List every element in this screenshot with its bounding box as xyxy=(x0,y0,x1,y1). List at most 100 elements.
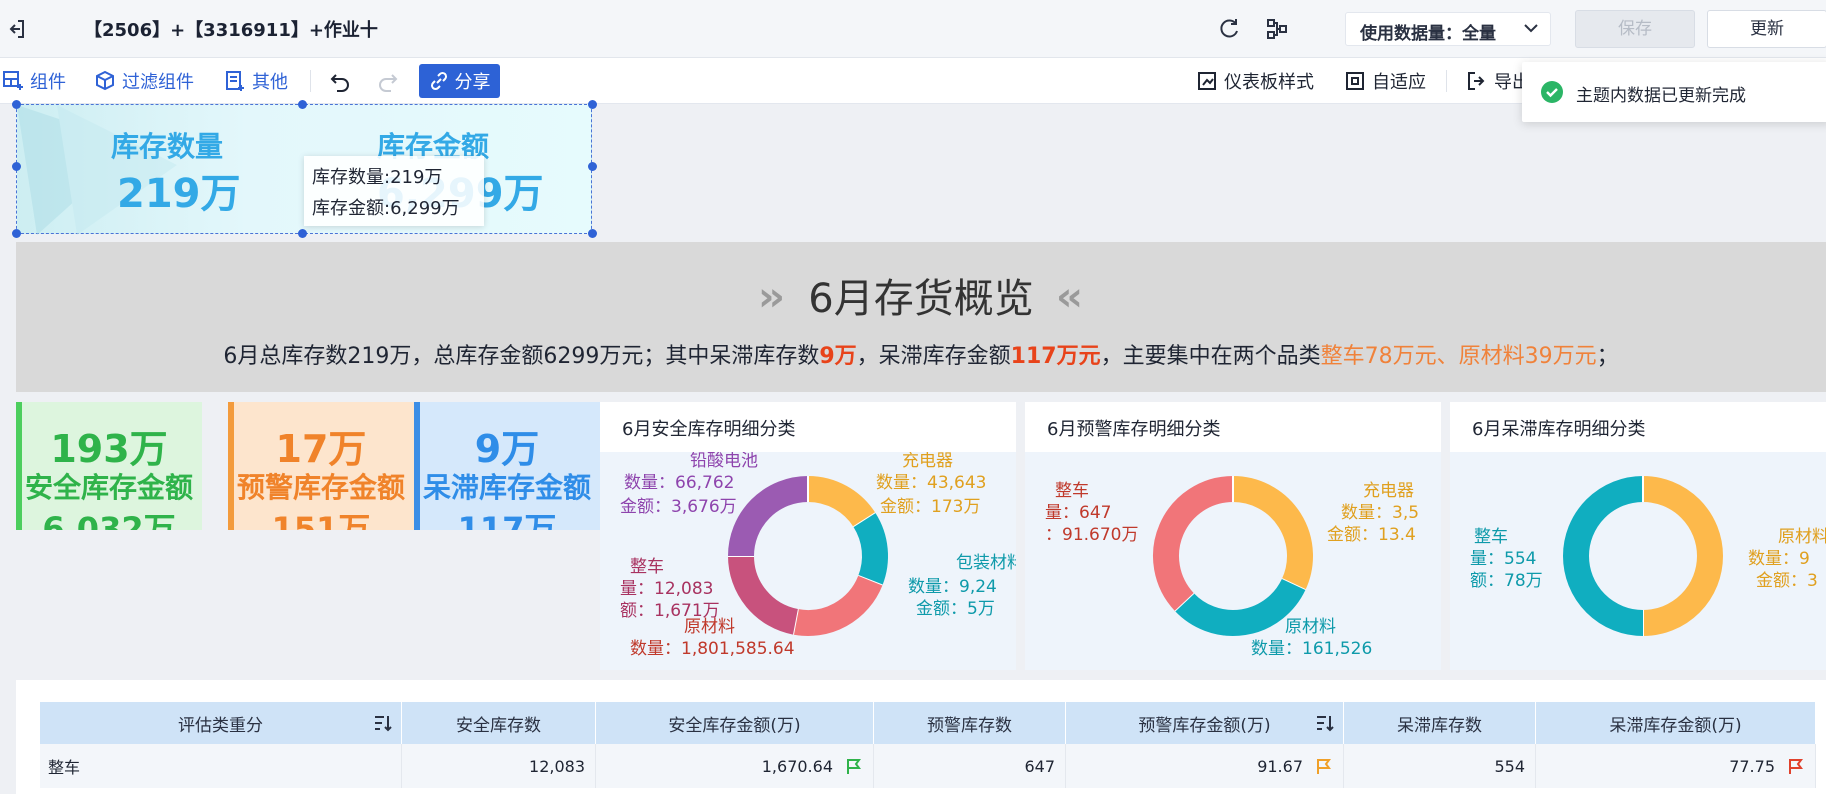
filter-component-button[interactable]: 过滤组件 xyxy=(94,58,194,104)
donut-slice-整车[interactable] xyxy=(728,555,799,635)
share-label: 分享 xyxy=(454,72,491,93)
overview-summary: 6月总库存数219万，总库存金额6299万元；其中呆滞库存数9万，呆滞库存金额1… xyxy=(16,338,1826,370)
donut-slice-充电器[interactable] xyxy=(1232,476,1313,591)
donut-slice-铅酸电池[interactable] xyxy=(728,476,809,557)
overview-title: 6月存货概览 xyxy=(808,276,1034,322)
category-highlight: 整车78万元、原材料39万元 xyxy=(1320,344,1597,369)
warning-stock-chart-panel[interactable]: 6月预警库存明细分类 整车 量：647 ：91.670万 充电器 数量：3,5 … xyxy=(1025,402,1441,670)
donut-slice-整车[interactable] xyxy=(1153,476,1234,611)
donut-slice-包装材料[interactable] xyxy=(853,513,888,586)
flow-icon[interactable] xyxy=(1264,16,1290,42)
tooltip-qty: 库存数量:219万 xyxy=(312,167,443,188)
label-amount: ：91.670万 xyxy=(1045,525,1139,545)
undo-icon[interactable] xyxy=(328,70,352,94)
column-header[interactable]: 安全库存数 xyxy=(402,702,596,744)
label-amount: 金额：3 xyxy=(1756,571,1818,591)
data-usage-select[interactable]: 使用数据量：全量 xyxy=(1345,12,1551,46)
other-button[interactable]: 其他 xyxy=(224,58,288,104)
label-amount: 额：78万 xyxy=(1470,571,1543,591)
header-text: 预警库存数 xyxy=(927,715,1012,736)
header-text: 呆滞库存数 xyxy=(1397,715,1482,736)
share-button[interactable]: 分享 xyxy=(419,64,500,98)
summary-part3: ，主要集中在两个品类 xyxy=(1100,344,1321,369)
resize-handle[interactable] xyxy=(298,229,307,238)
stale-stock-chart-panel[interactable]: 6月呆滞库存明细分类 整车 量：554 额：78万 原材料 数量：9 金额：3 xyxy=(1450,402,1826,670)
cell-value: 1,670.64 xyxy=(761,756,833,776)
save-button[interactable]: 保存 xyxy=(1575,10,1695,48)
toolbar-divider xyxy=(310,70,311,92)
stale-stock-value: 9万 xyxy=(474,427,540,471)
header-text: 评估类重分 xyxy=(178,715,263,736)
label-amount: 金额：173万 xyxy=(880,497,981,517)
safe-stock-card[interactable]: 193万 安全库存金额 6,032万 xyxy=(16,402,202,530)
update-button[interactable]: 更新 xyxy=(1707,10,1826,48)
summary-part2: ，呆滞库存金额 xyxy=(856,344,1011,369)
export-icon xyxy=(1468,72,1485,90)
warning-stock-value: 17万 xyxy=(275,427,367,471)
data-usage-label: 使用数据量：全量 xyxy=(1360,24,1496,44)
refresh-icon[interactable] xyxy=(1216,16,1242,42)
resize-handle[interactable] xyxy=(12,162,21,171)
warning-stock-amount: 151万 xyxy=(271,510,371,530)
component-button[interactable]: 组件 xyxy=(2,58,66,104)
overview-section: ›› 6月存货概览 ‹‹ 6月总库存数219万，总库存金额6299万元；其中呆滞… xyxy=(16,242,1826,392)
label-qty: 数量：43,643 xyxy=(876,473,987,493)
donut-slice-原材料[interactable] xyxy=(793,575,883,636)
redo-icon[interactable] xyxy=(376,70,400,94)
left-chevrons-icon: ‹‹ xyxy=(1056,274,1083,320)
table-cell: 91.67 xyxy=(1066,744,1344,788)
safe-stock-label: 安全库存金额 xyxy=(24,471,193,504)
table-cell: 1,670.64 xyxy=(596,744,874,788)
column-header[interactable]: 安全库存金额(万) xyxy=(596,702,874,744)
kpi-tooltip: 库存数量:219万 库存金额:6,299万 xyxy=(304,156,484,226)
inventory-qty-value: 219万 xyxy=(117,171,241,217)
dashboard-style-button[interactable]: 仪表板样式 xyxy=(1196,58,1314,104)
green-flag-icon xyxy=(847,759,861,774)
column-header[interactable]: 呆滞库存数 xyxy=(1344,702,1536,744)
sort-icon[interactable] xyxy=(1315,713,1335,733)
safe-stock-chart-panel[interactable]: 6月安全库存明细分类 铅酸电池 数量：66,762 金额：3,676万 充电器 … xyxy=(600,402,1016,670)
resize-handle[interactable] xyxy=(588,229,597,238)
resize-handle[interactable] xyxy=(588,100,597,109)
orange-flag-icon xyxy=(1317,759,1331,774)
stale-stock-amount: 117万 xyxy=(457,510,557,530)
warning-chart-title: 6月预警库存明细分类 xyxy=(1047,419,1221,440)
sort-icon[interactable] xyxy=(373,713,393,733)
resize-handle[interactable] xyxy=(12,229,21,238)
column-header[interactable]: 评估类重分 xyxy=(40,702,402,744)
resize-handle[interactable] xyxy=(588,162,597,171)
filter-component-label: 过滤组件 xyxy=(122,72,194,93)
column-header[interactable]: 呆滞库存金额(万) xyxy=(1536,702,1816,744)
label-qty: 数量：66,762 xyxy=(624,473,735,493)
export-button[interactable]: 导出 xyxy=(1466,58,1530,104)
warning-chart-body: 整车 量：647 ：91.670万 充电器 数量：3,5 金额：13.4 原材料… xyxy=(1025,452,1441,670)
link-icon xyxy=(430,71,447,91)
warning-stock-card[interactable]: 17万 预警库存金额 151万 xyxy=(228,402,414,530)
label-name: 包装材料 xyxy=(956,553,1016,573)
stale-stock-card[interactable]: 9万 呆滞库存金额 117万 xyxy=(414,402,600,530)
header-text: 安全库存数 xyxy=(456,715,541,736)
stale-donut-chart[interactable] xyxy=(1560,473,1726,639)
inventory-qty-label: 库存数量 xyxy=(111,130,224,163)
donut-slice-原材料[interactable] xyxy=(1174,578,1306,636)
chevron-down-icon xyxy=(1524,24,1538,33)
resize-handle[interactable] xyxy=(12,100,21,109)
summary-part1: 6月总库存数219万，总库存金额6299万元；其中呆滞库存数 xyxy=(223,344,820,369)
donut-slice-充电器[interactable] xyxy=(807,476,876,528)
adapt-button[interactable]: 自适应 xyxy=(1344,58,1426,104)
safe-donut-chart[interactable] xyxy=(725,473,891,639)
style-icon xyxy=(1198,72,1216,90)
table-cell: 647 xyxy=(874,744,1066,788)
donut-slice-原材料[interactable] xyxy=(1642,476,1723,636)
donut-slice-整车[interactable] xyxy=(1563,476,1644,636)
exit-icon[interactable] xyxy=(4,17,28,41)
label-amount: 金额：5万 xyxy=(916,599,995,619)
column-header[interactable]: 预警库存金额(万) xyxy=(1066,702,1344,744)
other-list-icon xyxy=(226,71,244,91)
table-cell: 77.75 xyxy=(1536,744,1816,788)
summary-part4: ； xyxy=(1596,344,1619,369)
stale-stock-label: 呆滞库存金额 xyxy=(422,471,591,504)
resize-handle[interactable] xyxy=(298,100,307,109)
column-header[interactable]: 预警库存数 xyxy=(874,702,1066,744)
table-cell: 整车 xyxy=(40,744,402,788)
